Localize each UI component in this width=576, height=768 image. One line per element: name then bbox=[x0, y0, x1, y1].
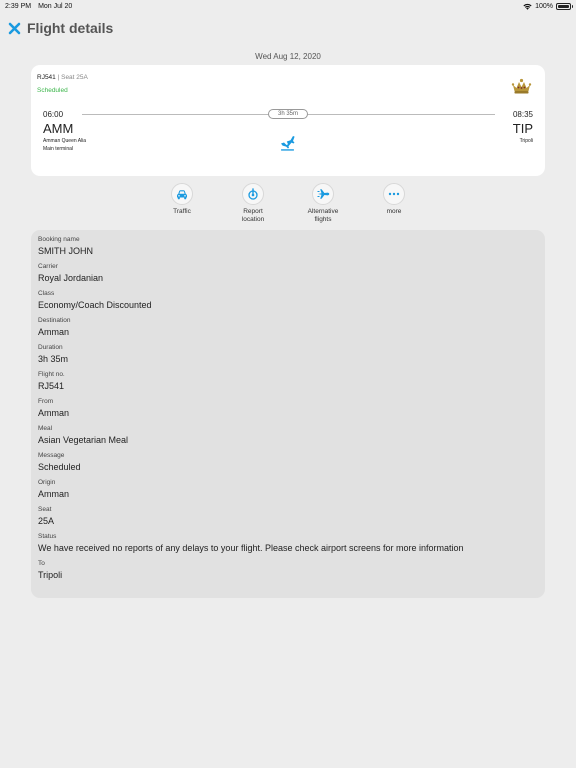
detail-from: From Amman bbox=[38, 398, 69, 419]
detail-value: Amman bbox=[38, 327, 70, 337]
status-date: Mon Jul 20 bbox=[38, 2, 73, 10]
detail-label: Booking name bbox=[38, 236, 80, 243]
alternative-flights-label: Alternative flights bbox=[307, 208, 339, 223]
arrival-time: 08:35 bbox=[512, 110, 533, 119]
report-location-button[interactable]: Report location bbox=[228, 183, 278, 223]
flight-number: RJ541 bbox=[37, 74, 56, 81]
detail-label: To bbox=[38, 560, 45, 567]
duration-pill: 3h 35m bbox=[268, 109, 308, 119]
detail-value: Amman bbox=[38, 408, 70, 418]
detail-duration: Duration 3h 35m bbox=[38, 344, 68, 365]
detail-label: Destination bbox=[38, 317, 71, 324]
more-label: more bbox=[386, 208, 402, 215]
detail-label: Message bbox=[38, 452, 65, 459]
detail-value: Asian Vegetarian Meal bbox=[38, 435, 129, 445]
departure-terminal: Main terminal bbox=[43, 145, 74, 152]
detail-value: Royal Jordanian bbox=[38, 273, 104, 283]
alternative-flights-button-circle[interactable] bbox=[312, 183, 334, 205]
detail-label: Seat bbox=[38, 506, 52, 513]
details-panel: Booking name SMITH JOHN Carrier Royal Jo… bbox=[31, 230, 545, 598]
detail-to: To Tripoli bbox=[38, 560, 62, 581]
traffic-button[interactable]: Traffic bbox=[157, 183, 207, 216]
flight-card[interactable]: RJ541 | Seat 25A Scheduled 06:00 AMM Amm… bbox=[31, 65, 545, 176]
departure-time: 06:00 bbox=[43, 110, 64, 119]
detail-value: Tripoli bbox=[38, 570, 63, 580]
close-button[interactable] bbox=[8, 22, 21, 35]
plane-icon bbox=[317, 189, 329, 199]
flight-meta: RJ541 | Seat 25A bbox=[37, 74, 88, 81]
detail-label: Carrier bbox=[38, 263, 58, 270]
battery-icon bbox=[556, 2, 573, 10]
arrival-city: Tripoli bbox=[519, 138, 533, 144]
detail-origin: Origin Amman bbox=[38, 479, 69, 500]
location-icon bbox=[248, 188, 258, 200]
detail-value: Amman bbox=[38, 489, 70, 499]
more-button[interactable]: more bbox=[369, 183, 419, 216]
detail-carrier: Carrier Royal Jordanian bbox=[38, 263, 103, 284]
detail-label: Flight no. bbox=[38, 371, 65, 378]
alternative-flights-button[interactable]: Alternative flights bbox=[298, 183, 348, 223]
detail-label: Class bbox=[38, 290, 55, 297]
status-badge: Scheduled bbox=[37, 87, 68, 94]
detail-label: Duration bbox=[38, 344, 63, 351]
traffic-label: Traffic bbox=[173, 208, 191, 215]
traffic-button-circle[interactable] bbox=[171, 183, 193, 205]
flight-date: Wed Aug 12, 2020 bbox=[255, 52, 321, 61]
detail-destination: Destination Amman bbox=[38, 317, 71, 338]
more-icon bbox=[388, 192, 400, 196]
wifi-icon bbox=[523, 3, 532, 10]
detail-label: Meal bbox=[38, 425, 53, 432]
report-location-label: Report location bbox=[241, 208, 265, 223]
detail-value: Scheduled bbox=[38, 462, 81, 472]
battery-percent: 100% bbox=[535, 2, 553, 10]
detail-value: 3h 35m bbox=[38, 354, 69, 364]
page-title: Flight details bbox=[27, 20, 114, 36]
detail-label: Origin bbox=[38, 479, 56, 486]
detail-booking-name: Booking name SMITH JOHN bbox=[38, 236, 93, 257]
departure-airport: Amman Queen Alia Main terminal bbox=[43, 138, 86, 153]
status-time: 2:39 PM bbox=[5, 2, 32, 10]
report-location-button-circle[interactable] bbox=[242, 183, 264, 205]
crown-icon bbox=[511, 78, 532, 94]
close-icon bbox=[8, 22, 21, 34]
detail-value: 25A bbox=[38, 516, 55, 526]
detail-status: Status We have received no reports of an… bbox=[38, 533, 464, 554]
detail-value: Economy/Coach Discounted bbox=[38, 300, 152, 310]
detail-label: Status bbox=[38, 533, 57, 540]
car-icon bbox=[177, 189, 187, 199]
detail-message: Message Scheduled bbox=[38, 452, 81, 473]
detail-class: Class Economy/Coach Discounted bbox=[38, 290, 152, 311]
detail-value: We have received no reports of any delay… bbox=[38, 543, 464, 553]
nav-bar: Flight details bbox=[8, 19, 113, 37]
departure-airport-name: Amman Queen Alia bbox=[43, 138, 87, 144]
action-bar: Traffic Report location Alternative flig… bbox=[0, 183, 576, 225]
arrival-code: TIP bbox=[512, 121, 533, 136]
more-button-circle[interactable] bbox=[383, 183, 405, 205]
detail-label: From bbox=[38, 398, 54, 405]
detail-seat: Seat 25A bbox=[38, 506, 54, 527]
departure-code: AMM bbox=[43, 121, 74, 136]
detail-flight-no: Flight no. RJ541 bbox=[38, 371, 65, 392]
seat-label: Seat 25A bbox=[61, 74, 88, 81]
detail-value: RJ541 bbox=[38, 381, 65, 391]
status-bar: 2:39 PM Mon Jul 20 100% bbox=[0, 0, 576, 12]
plane-icon bbox=[281, 136, 295, 151]
detail-value: SMITH JOHN bbox=[38, 246, 93, 256]
detail-meal: Meal Asian Vegetarian Meal bbox=[38, 425, 128, 446]
